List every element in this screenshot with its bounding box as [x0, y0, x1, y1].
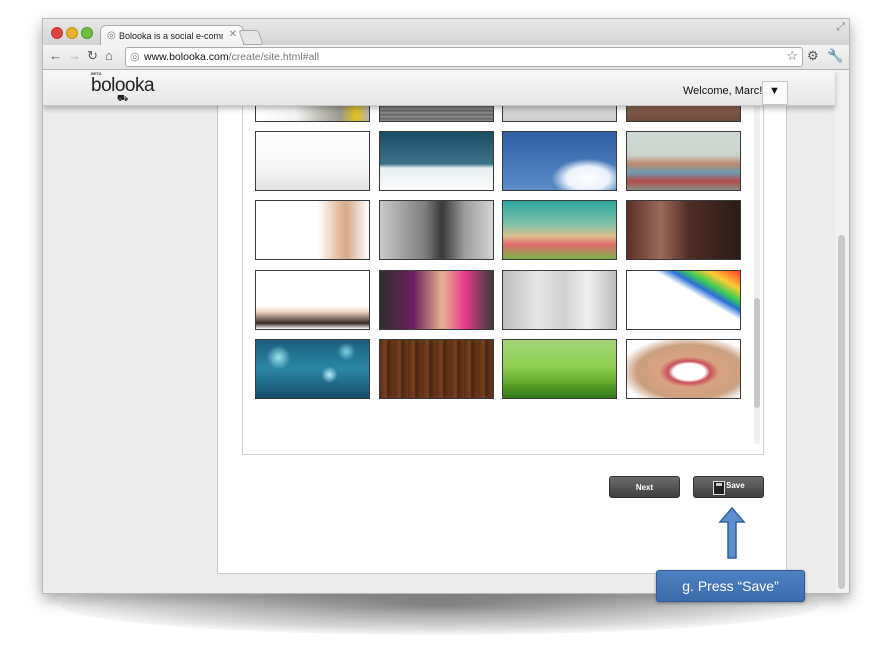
thumb-baby[interactable] — [255, 200, 370, 260]
thumb-smile[interactable] — [626, 339, 741, 399]
address-bar[interactable]: ◎ www.bolooka.com/create/site.html#all ☆ — [125, 47, 803, 67]
background-gallery — [242, 70, 764, 455]
chevron-down-icon: ▼ — [769, 85, 780, 97]
site-header: BETA bolooka ⛟ Welcome, Marc! ▼ — [43, 70, 835, 106]
thumb-town-houses[interactable] — [626, 131, 741, 191]
back-arrow-icon[interactable]: ← — [49, 48, 62, 63]
callout-text: g. Press “Save” — [682, 578, 779, 594]
thumb-brushed-metal[interactable] — [502, 270, 617, 330]
tab-bar: ◎ Bolooka is a social e-comme ✕ ⤢ — [43, 19, 849, 46]
instruction-callout: g. Press “Save” — [656, 570, 805, 602]
globe-icon: ◎ — [107, 30, 116, 41]
page-scrollbar[interactable] — [835, 70, 849, 593]
new-tab-button[interactable] — [238, 30, 264, 45]
page-scroll-thumb[interactable] — [838, 235, 845, 589]
url-host: www.bolooka.com — [144, 51, 229, 63]
thumb-wood-planks[interactable] — [379, 339, 494, 399]
save-button-label: Save — [726, 481, 745, 490]
globe-icon: ◎ — [130, 51, 140, 63]
thumb-sunglasses-woman[interactable] — [379, 270, 494, 330]
thumb-high-heels[interactable] — [255, 270, 370, 330]
save-button[interactable]: Save — [693, 476, 764, 498]
url-path: /create/site.html#all — [228, 51, 320, 63]
floppy-disk-icon — [713, 481, 725, 495]
url-text: www.bolooka.com/create/site.html#all — [144, 51, 319, 63]
thumb-bokeh[interactable] — [255, 339, 370, 399]
thumb-lamp-sofa[interactable] — [255, 131, 370, 191]
gallery-scrollbar[interactable] — [754, 70, 760, 444]
home-icon[interactable]: ⌂ — [105, 48, 113, 63]
cart-icon: ⛟ — [117, 93, 129, 103]
reload-icon[interactable]: ↻ — [87, 48, 98, 64]
thumb-paint-splash[interactable] — [626, 270, 741, 330]
tab-close-icon[interactable]: ✕ — [229, 29, 237, 40]
bookmark-star-icon[interactable]: ☆ — [786, 48, 798, 64]
wrench-icon[interactable]: 🔧 — [827, 48, 843, 64]
thumb-fashion-women[interactable] — [379, 200, 494, 260]
tab-title: Bolooka is a social e-comme — [119, 31, 223, 41]
next-button-label: Next — [635, 483, 654, 492]
extension-icon[interactable]: ⚙ — [807, 48, 819, 64]
gallery-scroll-thumb[interactable] — [754, 298, 760, 408]
thumb-grass-bokeh[interactable] — [502, 339, 617, 399]
forward-arrow-icon[interactable]: → — [68, 48, 81, 63]
user-menu-button[interactable]: ▼ — [762, 81, 788, 105]
builder-panel: Next Save — [217, 70, 787, 574]
thumb-cloud-sky[interactable] — [502, 131, 617, 191]
arrow-up-icon — [718, 506, 746, 559]
thumb-shopping-legs[interactable] — [626, 200, 741, 260]
fullscreen-icon[interactable]: ⤢ — [836, 21, 845, 34]
browser-tab[interactable]: ◎ Bolooka is a social e-comme ✕ — [100, 25, 244, 46]
thumb-retro-couple[interactable] — [502, 200, 617, 260]
minimize-window-button[interactable] — [66, 27, 78, 39]
next-button[interactable]: Next — [609, 476, 680, 498]
browser-toolbar: ← → ↻ ⌂ ◎ www.bolooka.com/create/site.ht… — [43, 45, 849, 70]
thumb-blue-lounge[interactable] — [379, 131, 494, 191]
close-window-button[interactable] — [51, 27, 63, 39]
welcome-text: Welcome, Marc! — [683, 85, 763, 97]
zoom-window-button[interactable] — [81, 27, 93, 39]
